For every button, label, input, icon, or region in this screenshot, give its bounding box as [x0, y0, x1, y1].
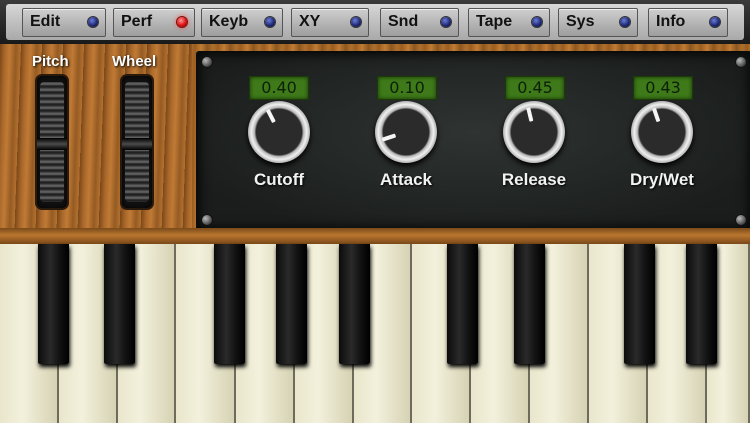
tab-tape[interactable]: Tape	[468, 8, 550, 37]
screw-icon	[736, 57, 746, 67]
mod-wheel[interactable]	[122, 76, 152, 208]
attack-knob[interactable]	[375, 101, 437, 163]
screw-icon	[202, 57, 212, 67]
black-key[interactable]	[104, 244, 135, 364]
synth-app: Edit Perf Keyb XY Snd Tape Sys Info Pitc…	[0, 0, 750, 423]
dry-wet-readout: 0.43	[633, 76, 693, 100]
cutoff-readout: 0.40	[249, 76, 309, 100]
status-led-icon	[441, 17, 451, 27]
pitch-wheel-center-notch	[37, 138, 67, 150]
menu-bar-panel: Edit Perf Keyb XY Snd Tape Sys Info	[6, 4, 744, 40]
release-knob[interactable]	[503, 101, 565, 163]
tab-label: Sys	[566, 13, 595, 30]
dry-wet-knob[interactable]	[631, 101, 693, 163]
black-key[interactable]	[214, 244, 245, 364]
tab-sys[interactable]: Sys	[558, 8, 638, 37]
tab-label: Tape	[476, 13, 513, 30]
black-key[interactable]	[447, 244, 478, 364]
tab-snd[interactable]: Snd	[380, 8, 459, 37]
piano-keyboard	[0, 244, 750, 423]
menu-bar: Edit Perf Keyb XY Snd Tape Sys Info	[0, 0, 750, 44]
black-key[interactable]	[624, 244, 655, 364]
status-led-icon	[265, 17, 275, 27]
screw-icon	[736, 215, 746, 225]
black-key[interactable]	[38, 244, 69, 364]
status-led-icon	[351, 17, 361, 27]
cutoff-label: Cutoff	[253, 170, 305, 189]
knob-indicator	[652, 107, 661, 123]
black-key[interactable]	[514, 244, 545, 364]
cutoff-knob[interactable]	[248, 101, 310, 163]
knob-indicator	[381, 133, 397, 142]
tab-label: Snd	[388, 13, 419, 30]
status-led-icon	[177, 17, 187, 27]
status-led-icon	[620, 17, 630, 27]
tab-label: Edit	[30, 13, 61, 30]
wheel-label: Wheel	[112, 53, 157, 70]
tab-label: Keyb	[209, 13, 249, 30]
tab-label: Info	[656, 13, 686, 30]
black-key[interactable]	[339, 244, 370, 364]
pitch-wheel[interactable]	[37, 76, 67, 208]
tab-edit[interactable]: Edit	[22, 8, 106, 37]
tab-label: Perf	[121, 13, 153, 30]
mod-wheel-notch	[122, 138, 152, 150]
screw-icon	[202, 215, 212, 225]
tab-label: XY	[299, 13, 321, 30]
release-label: Release	[501, 170, 567, 189]
menu-tabs: Edit Perf Keyb XY Snd Tape Sys Info	[6, 4, 744, 40]
tab-perf[interactable]: Perf	[113, 8, 195, 37]
pitch-label: Pitch	[32, 53, 69, 70]
status-led-icon	[532, 17, 542, 27]
status-led-icon	[710, 17, 720, 27]
release-readout: 0.45	[505, 76, 565, 100]
knob-indicator	[526, 107, 534, 122]
knob-indicator	[265, 108, 276, 124]
attack-readout: 0.10	[377, 76, 437, 100]
dry-wet-label: Dry/Wet	[630, 170, 694, 189]
tab-keyb[interactable]: Keyb	[201, 8, 283, 37]
status-led-icon	[88, 17, 98, 27]
attack-label: Attack	[380, 170, 432, 189]
black-key[interactable]	[276, 244, 307, 364]
black-key[interactable]	[686, 244, 717, 364]
tab-xy[interactable]: XY	[291, 8, 369, 37]
tab-info[interactable]: Info	[648, 8, 728, 37]
wheel-section	[0, 44, 192, 230]
